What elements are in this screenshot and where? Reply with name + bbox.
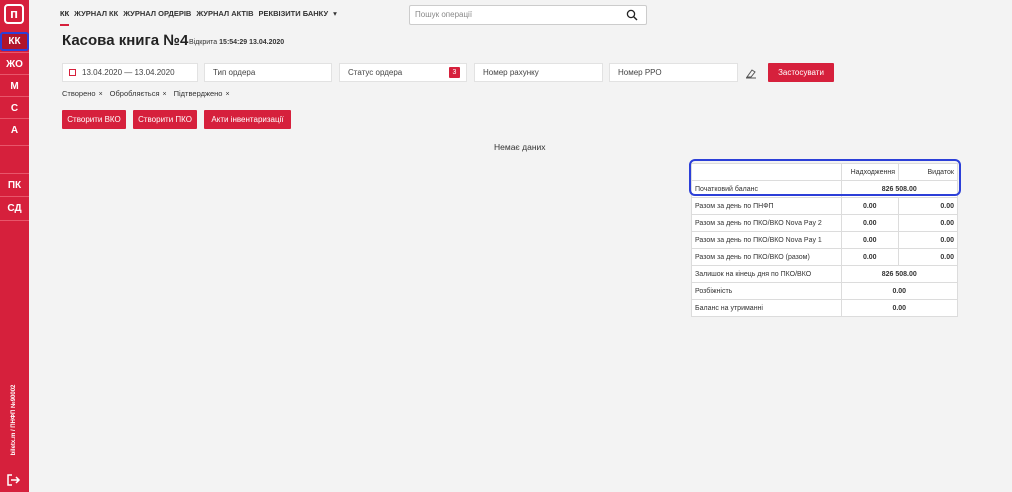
sidebar-divider: [0, 145, 29, 146]
expense-value: 0.00: [898, 248, 958, 266]
cashier-info: biletx.m / ПНФП №90002: [4, 380, 24, 460]
table-row: Разом за день по ПКО/ВКО Nova Pay 2 0.00…: [691, 214, 958, 232]
tag-confirmed: Підтверджено ×: [174, 89, 230, 98]
calendar-icon: [69, 69, 76, 76]
order-status-select[interactable]: Статус ордера 3: [339, 63, 467, 82]
search-input[interactable]: Пошук операції: [409, 5, 647, 25]
search-icon[interactable]: [626, 9, 638, 21]
date-range-value: 13.04.2020 — 13.04.2020: [82, 68, 175, 77]
row-value: 826 508.00: [840, 180, 959, 198]
column-expense: Видаток: [898, 163, 958, 181]
table-row: Баланс на утриманні 0.00: [691, 299, 959, 317]
remove-tag-icon[interactable]: ×: [163, 91, 167, 98]
inventory-acts-button[interactable]: Акти інвентаризації: [204, 110, 291, 129]
tab-journal-orders[interactable]: ЖУРНАЛ ОРДЕРІВ: [123, 9, 191, 18]
opened-label: Відкрита: [189, 39, 218, 46]
row-label: Разом за день по ПКО/ВКО (разом): [691, 248, 842, 266]
tag-label: Створено: [62, 89, 96, 98]
app-logo[interactable]: п: [4, 4, 24, 24]
sidebar-divider: [0, 52, 29, 53]
chevron-down-icon[interactable]: ▾: [333, 9, 337, 18]
column-income: Надходження: [840, 163, 900, 181]
status-count-badge: 3: [449, 67, 460, 78]
tab-journal-assets[interactable]: ЖУРНАЛ АКТІВ: [196, 9, 253, 18]
create-vko-button[interactable]: Створити ВКО: [62, 110, 126, 129]
sidebar-divider: [0, 220, 29, 221]
page-title: Касова книга №4: [62, 32, 189, 49]
table-row: Разом за день по ПКО/ВКО (разом) 0.00 0.…: [691, 248, 958, 266]
expense-value: 0.00: [898, 214, 958, 232]
sidebar-item-m[interactable]: М: [0, 77, 29, 96]
table-row: Початковий баланс 826 508.00: [691, 180, 959, 198]
apply-button[interactable]: Застосувати: [768, 63, 834, 82]
tag-label: Підтверджено: [173, 89, 223, 98]
expense-value: 0.00: [898, 231, 958, 249]
tag-processing: Обробляється ×: [110, 89, 167, 98]
tab-journal-kk[interactable]: ЖУРНАЛ КК: [74, 9, 118, 18]
row-value: 0.00: [840, 299, 959, 317]
table-header-row: Надходження Видаток: [691, 163, 958, 181]
row-value: 0.00: [840, 282, 959, 300]
tag-label: Обробляється: [109, 89, 160, 98]
sidebar-divider: [0, 196, 29, 197]
row-label: Разом за день по ПКО/ВКО Nova Pay 2: [691, 214, 842, 232]
date-range-filter[interactable]: 13.04.2020 — 13.04.2020: [62, 63, 198, 82]
opened-info: Відкрита 15:54:29 13.04.2020: [189, 39, 284, 46]
income-value: 0.00: [840, 214, 900, 232]
sidebar-divider: [0, 118, 29, 119]
row-label: Баланс на утриманні: [691, 299, 842, 317]
row-label: Разом за день по ПКО/ВКО Nova Pay 1: [691, 231, 842, 249]
search-placeholder: Пошук операції: [415, 10, 473, 19]
sidebar-item-a[interactable]: А: [0, 121, 29, 140]
sidebar-divider: [0, 96, 29, 97]
sidebar-item-s[interactable]: С: [0, 99, 29, 118]
sidebar-item-zho[interactable]: ЖО: [0, 55, 29, 74]
cashier-info-text: biletx.m / ПНФП №90002: [11, 384, 17, 456]
empty-state: Немає даних: [494, 142, 546, 152]
balance-table: Надходження Видаток Початковий баланс 82…: [691, 163, 959, 317]
create-pko-button[interactable]: Створити ПКО: [133, 110, 197, 129]
table-row: Розбіжність 0.00: [691, 282, 959, 300]
remove-tag-icon[interactable]: ×: [99, 91, 103, 98]
clear-filters-icon[interactable]: [745, 67, 757, 79]
remove-tag-icon[interactable]: ×: [225, 91, 229, 98]
logout-icon[interactable]: [7, 474, 21, 486]
row-label: Розбіжність: [691, 282, 842, 300]
sidebar-divider: [0, 173, 29, 174]
row-value: 826 508.00: [840, 265, 959, 283]
expense-value: 0.00: [898, 197, 958, 215]
order-type-select[interactable]: Тип ордера: [204, 63, 332, 82]
sidebar-item-sd[interactable]: СД: [0, 199, 29, 218]
order-status-label: Статус ордера: [348, 68, 403, 77]
tag-created: Створено ×: [62, 89, 103, 98]
income-value: 0.00: [840, 231, 900, 249]
sidebar-divider: [0, 74, 29, 75]
tab-bank-details[interactable]: РЕКВІЗИТИ БАНКУ: [259, 9, 329, 18]
tab-kk[interactable]: КК: [60, 9, 70, 26]
status-tags: Створено × Обробляється × Підтверджено ×: [62, 89, 230, 98]
row-label: Залишок на кінець дня по ПКО/ВКО: [691, 265, 842, 283]
rro-number-field[interactable]: Номер РРО: [609, 63, 738, 82]
income-value: 0.00: [840, 197, 900, 215]
income-value: 0.00: [840, 248, 900, 266]
row-label: Разом за день по ПНФП: [691, 197, 842, 215]
row-label: Початковий баланс: [691, 180, 842, 198]
account-number-field[interactable]: Номер рахунку: [474, 63, 603, 82]
table-row: Разом за день по ПКО/ВКО Nova Pay 1 0.00…: [691, 231, 958, 249]
sidebar-item-kk[interactable]: КК: [0, 32, 29, 51]
sidebar-item-pk[interactable]: ПК: [0, 176, 29, 195]
opened-timestamp: 15:54:29 13.04.2020: [219, 39, 285, 46]
sidebar: п КК ЖО М С А ПК СД biletx.m / ПНФП №900…: [0, 0, 29, 492]
top-navigation: КК ЖУРНАЛ КК ЖУРНАЛ ОРДЕРІВ ЖУРНАЛ АКТІВ…: [60, 0, 337, 27]
table-row: Разом за день по ПНФП 0.00 0.00: [691, 197, 958, 215]
table-row: Залишок на кінець дня по ПКО/ВКО 826 508…: [691, 265, 959, 283]
header-empty-cell: [691, 163, 842, 181]
